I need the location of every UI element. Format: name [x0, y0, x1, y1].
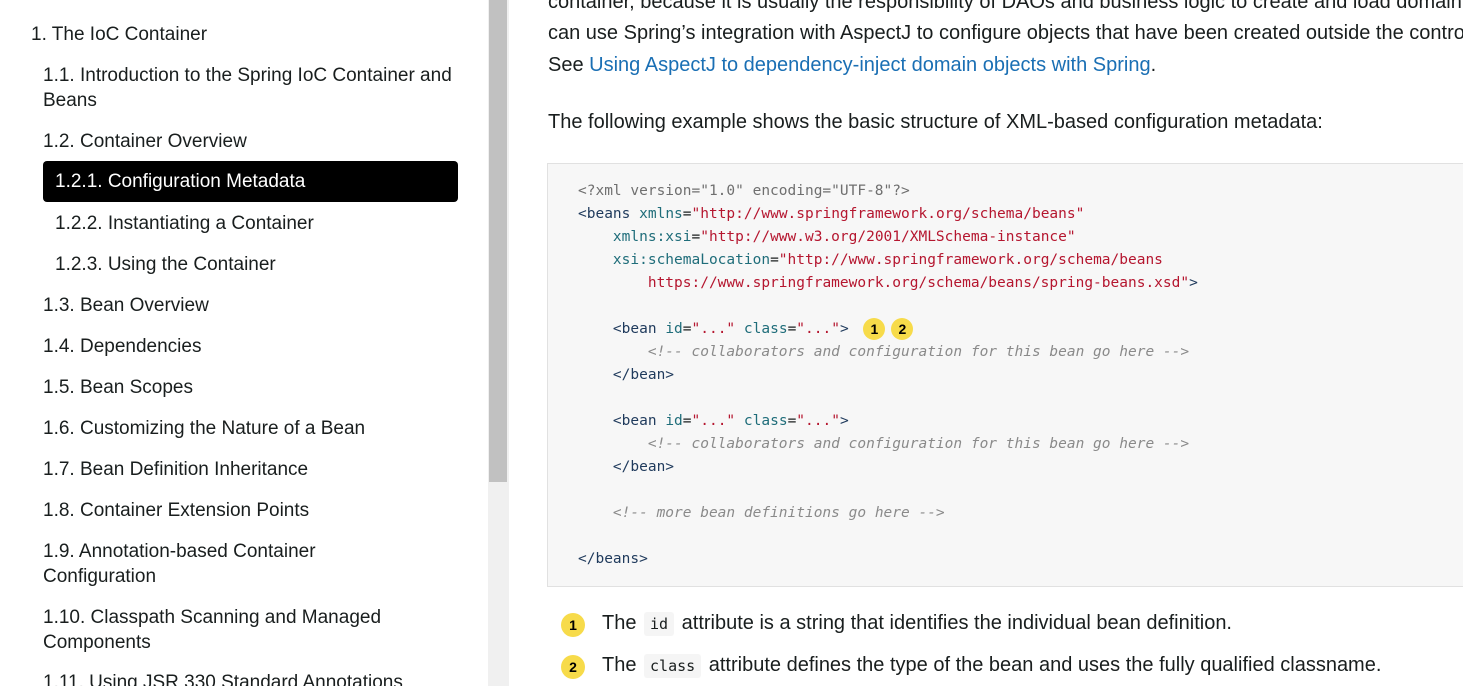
colist-number-1: 1 [561, 613, 585, 637]
paragraph-intro: The following example shows the basic st… [548, 111, 1323, 133]
toc-item-classpath-scanning[interactable]: 1.10. Classpath Scanning and Managed Com… [43, 605, 403, 655]
toc-item-ioc-container[interactable]: 1. The IoC Container [31, 22, 207, 47]
toc-item-using-container[interactable]: 1.2.3. Using the Container [55, 252, 276, 277]
code-block: <?xml version="1.0" encoding="UTF-8"?> <… [547, 163, 1463, 587]
toc-item-dependencies[interactable]: 1.4. Dependencies [43, 334, 453, 359]
toc-item-jsr330[interactable]: 1.11. Using JSR 330 Standard Annotations [43, 670, 453, 686]
colist-text-1: The id attribute is a string that identi… [602, 612, 1232, 636]
colist-text-2: The class attribute defines the type of … [602, 654, 1382, 678]
colist-number-2: 2 [561, 655, 585, 679]
toc-item-container-overview[interactable]: 1.2. Container Overview [43, 129, 453, 154]
toc-item-extension-points[interactable]: 1.8. Container Extension Points [43, 498, 453, 523]
toc-item-instantiating-container[interactable]: 1.2.2. Instantiating a Container [55, 211, 314, 236]
aspectj-link[interactable]: Using AspectJ to dependency-inject domai… [589, 54, 1150, 76]
toc-item-introduction[interactable]: 1.1. Introduction to the Spring IoC Cont… [43, 63, 453, 113]
xml-code: <?xml version="1.0" encoding="UTF-8"?> <… [578, 183, 1198, 567]
see-prefix: See [548, 54, 590, 76]
toc-item-configuration-metadata[interactable]: 1.2.1. Configuration Metadata [43, 161, 458, 202]
callout-1: 1 [863, 318, 886, 340]
paragraph-line-2: can use Spring’s integration with Aspect… [548, 22, 1463, 44]
see-suffix: . [1150, 54, 1157, 76]
inline-code-class: class [644, 654, 702, 678]
main-content: container, because it is usually the res… [509, 0, 1463, 686]
inline-code-id: id [644, 612, 675, 636]
toc-item-bean-inheritance[interactable]: 1.7. Bean Definition Inheritance [43, 457, 453, 482]
toc-item-bean-overview[interactable]: 1.3. Bean Overview [43, 293, 453, 318]
paragraph-line-top: container, because it is usually the res… [548, 0, 1463, 13]
paragraph-see-also: See Using AspectJ to dependency-inject d… [548, 49, 1156, 81]
toc-item-label: 1.2.1. Configuration Metadata [55, 171, 306, 192]
toc-sidebar: 1. The IoC Container 1.1. Introduction t… [0, 0, 488, 686]
toc-item-bean-scopes[interactable]: 1.5. Bean Scopes [43, 375, 453, 400]
callout-2: 2 [891, 318, 914, 340]
toc-item-customizing-bean[interactable]: 1.6. Customizing the Nature of a Bean [43, 416, 453, 441]
toc-item-annotation-config[interactable]: 1.9. Annotation-based Container Configur… [43, 539, 343, 589]
sidebar-scrollbar-thumb[interactable] [489, 0, 507, 482]
